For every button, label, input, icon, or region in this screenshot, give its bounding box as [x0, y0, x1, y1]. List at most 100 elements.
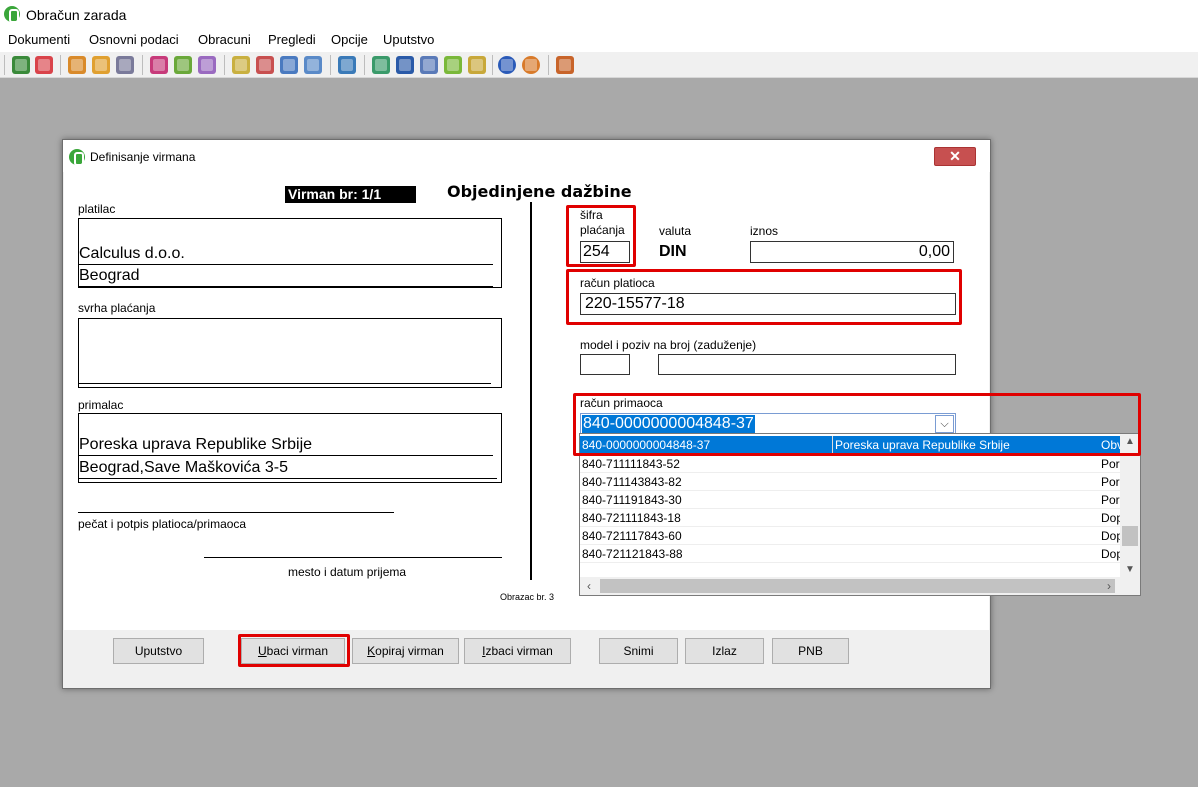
- dropdown-row[interactable]: 840-721117843-60 Dop: [580, 527, 1121, 545]
- dropdown-extra: Por: [1101, 457, 1120, 471]
- calculator-icon[interactable]: [116, 56, 134, 74]
- snimi-button[interactable]: Snimi: [599, 638, 678, 664]
- dropdown-row[interactable]: 840-711191843-30 Por: [580, 491, 1120, 509]
- dialog-titlebar: Definisanje virmana ✕: [63, 140, 990, 172]
- kopiraj-mnemonic: K: [367, 644, 376, 658]
- izlaz-button[interactable]: Izlaz: [685, 638, 764, 664]
- platilac-line1: Calculus d.o.o.: [79, 243, 493, 265]
- ubaci-highlight: [238, 634, 350, 667]
- table-delete-icon[interactable]: [256, 56, 274, 74]
- dropdown-row[interactable]: 840-711111843-52 Por: [580, 455, 1120, 473]
- poziv-na-broj-input[interactable]: [658, 354, 956, 375]
- sifra-highlight: [566, 205, 636, 267]
- workers-icon[interactable]: [68, 56, 86, 74]
- dropdown-row[interactable]: 840-721111843-18 Dop: [580, 509, 1121, 527]
- primalac-box[interactable]: Poreska uprava Republike Srbije Beograd,…: [78, 413, 502, 483]
- dropdown-horizontal-scrollbar[interactable]: ‹ ›: [580, 577, 1140, 595]
- menu-dokumenti[interactable]: Dokumenti: [6, 32, 72, 47]
- primalac-label: primalac: [78, 398, 124, 412]
- arrows-right-icon[interactable]: [468, 56, 486, 74]
- scroll-thumb[interactable]: [1122, 526, 1138, 546]
- platilac-line2: Beograd: [79, 265, 493, 287]
- toolbar-separator: [364, 55, 365, 75]
- app-titlebar: Obračun zarada: [0, 0, 1198, 30]
- platilac-label: platilac: [78, 202, 116, 216]
- exit-icon[interactable]: [556, 56, 574, 74]
- toolbar-separator: [60, 55, 61, 75]
- toolbar-separator: [330, 55, 331, 75]
- toolbar-separator: [142, 55, 143, 75]
- svrha-label: svrha plaćanja: [78, 301, 156, 315]
- scroll-right-icon[interactable]: ›: [1100, 577, 1118, 595]
- menu-osnovni-podaci[interactable]: Osnovni podaci: [87, 32, 181, 47]
- virman-number: Virman br: 1/1: [285, 186, 416, 203]
- scroll-left-icon[interactable]: ‹: [580, 577, 598, 595]
- dropdown-row[interactable]: 840-711143843-82 Por: [580, 473, 1120, 491]
- mesto-label: mesto i datum prijema: [288, 565, 407, 579]
- platilac-box[interactable]: Calculus d.o.o. Beograd: [78, 218, 502, 288]
- scroll-thumb[interactable]: [600, 579, 1115, 593]
- grid-icon[interactable]: [396, 56, 414, 74]
- org-chart-icon[interactable]: [12, 56, 30, 74]
- izbaci-label: zbaci virman: [485, 644, 553, 658]
- menu-opcije[interactable]: Opcije: [329, 32, 370, 47]
- pecat-label: pečat i potpis platioca/primaoca: [78, 517, 247, 531]
- checklist-icon[interactable]: [198, 56, 216, 74]
- toolbar-separator: [4, 55, 5, 75]
- izbaci-virman-button[interactable]: Izbaci virman: [464, 638, 571, 664]
- valuta-value: DIN: [659, 243, 687, 260]
- copy-icon[interactable]: [420, 56, 438, 74]
- menu-uputstvo[interactable]: Uputstvo: [381, 32, 436, 47]
- dropdown-extra: Dop: [1101, 511, 1121, 525]
- palette-icon[interactable]: [522, 56, 540, 74]
- puzzle-icon[interactable]: [174, 56, 192, 74]
- dropdown-account: 840-721117843-60: [582, 529, 682, 543]
- primalac-line1: Poreska uprava Republike Srbije: [79, 434, 493, 456]
- monitor-icon[interactable]: [372, 56, 390, 74]
- racun-platioca-highlight: [566, 269, 962, 325]
- dropdown-extra: Por: [1101, 475, 1120, 489]
- dropdown-row[interactable]: 840-721121843-88 Dop: [580, 545, 1121, 563]
- racun-primaoca-highlight: [573, 393, 1141, 456]
- toolbar-separator: [224, 55, 225, 75]
- dialog-title: Definisanje virmana: [90, 150, 196, 164]
- dropdown-account: 840-721111843-18: [582, 511, 681, 525]
- menu-obracuni[interactable]: Obracuni: [196, 32, 253, 47]
- dropdown-account: 840-711143843-82: [582, 475, 682, 489]
- menu-pregledi[interactable]: Pregledi: [266, 32, 318, 47]
- mesto-line: [204, 557, 502, 558]
- model-input[interactable]: [580, 354, 630, 375]
- dropdown-account: 840-721121843-88: [582, 547, 683, 561]
- app-logo-icon: [4, 6, 20, 23]
- dialog-logo-icon: [69, 149, 85, 166]
- transfer-icon[interactable]: [280, 56, 298, 74]
- dropdown-extra: Por: [1101, 493, 1120, 507]
- close-button[interactable]: ✕: [934, 147, 976, 166]
- arrows-left-icon[interactable]: [444, 56, 462, 74]
- report-icon[interactable]: [304, 56, 322, 74]
- user-icon[interactable]: [92, 56, 110, 74]
- pnb-button[interactable]: PNB: [772, 638, 849, 664]
- menubar: Dokumenti Osnovni podaci Obracuni Pregle…: [0, 30, 1198, 52]
- model-label: model i poziv na broj (zaduženje): [580, 338, 757, 352]
- primalac-line2: Beograd,Save Maškovića 3-5: [79, 457, 497, 479]
- window-icon[interactable]: [338, 56, 356, 74]
- iznos-label: iznos: [750, 224, 779, 238]
- percent-icon[interactable]: [150, 56, 168, 74]
- dropdown-extra: Dop: [1101, 529, 1121, 543]
- svrha-box[interactable]: [78, 318, 502, 388]
- toolbar-separator: [492, 55, 493, 75]
- uputstvo-button[interactable]: Uputstvo: [113, 638, 204, 664]
- heart-icon[interactable]: [35, 56, 53, 74]
- scroll-down-icon[interactable]: ▼: [1120, 562, 1140, 578]
- document-icon[interactable]: [232, 56, 250, 74]
- kopiraj-virman-button[interactable]: Kopiraj virman: [352, 638, 459, 664]
- form-divider: [530, 202, 532, 580]
- racun-primaoca-dropdown[interactable]: 840-0000000004848-37 Poreska uprava Repu…: [579, 433, 1141, 596]
- form-number: Obrazac br. 3: [500, 592, 555, 602]
- dropdown-extra: Dop: [1101, 547, 1121, 561]
- iznos-input[interactable]: 0,00: [750, 241, 954, 263]
- svrha-underline: [79, 383, 491, 384]
- help-icon[interactable]: [498, 56, 516, 74]
- toolbar-separator: [548, 55, 549, 75]
